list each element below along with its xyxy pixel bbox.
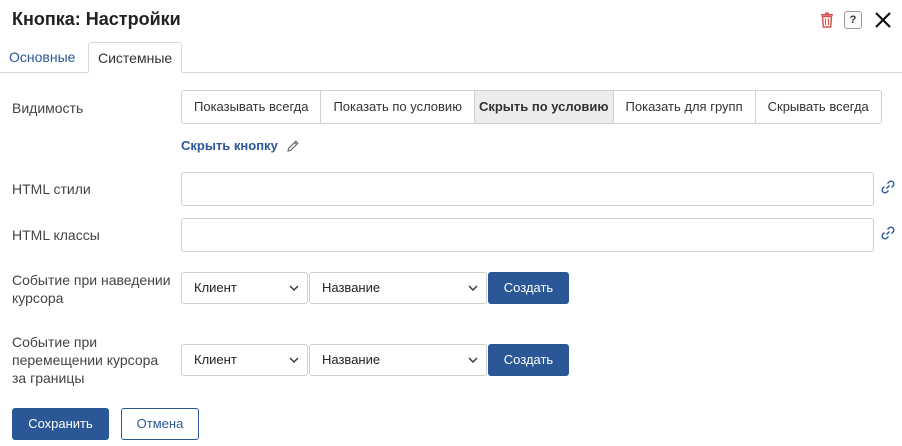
dialog-title: Кнопка: Настройки <box>12 9 181 29</box>
visibility-option-show-always[interactable]: Показывать всегда <box>182 91 322 123</box>
leave-event-name-select[interactable]: Название <box>309 344 487 376</box>
leave-event-label: Событие при перемещении курсора за грани… <box>12 334 159 386</box>
hover-event-source-select[interactable]: Клиент <box>181 272 308 304</box>
hover-event-name-value: Название <box>322 280 381 295</box>
help-button[interactable]: ? <box>844 11 862 29</box>
leave-event-source-select[interactable]: Клиент <box>181 344 308 376</box>
leave-event-name-value: Название <box>322 352 381 367</box>
close-button[interactable] <box>872 9 894 31</box>
link-icon <box>881 180 895 194</box>
tab-basic[interactable]: Основные <box>0 42 84 73</box>
leave-event-source-value: Клиент <box>194 352 237 367</box>
chevron-down-icon <box>468 357 478 363</box>
leave-event-create-button[interactable]: Создать <box>488 344 569 376</box>
hover-event-create-button[interactable]: Создать <box>488 272 569 304</box>
visibility-option-hide-by-condition[interactable]: Скрыть по условию <box>474 91 614 123</box>
hover-event-name-select[interactable]: Название <box>309 272 487 304</box>
chevron-down-icon <box>468 285 478 291</box>
help-icon: ? <box>849 14 857 26</box>
html-styles-input[interactable] <box>181 172 874 206</box>
visibility-option-hide-always[interactable]: Скрывать всегда <box>755 91 881 123</box>
cancel-button[interactable]: Отмена <box>121 408 199 440</box>
delete-button[interactable] <box>818 11 836 29</box>
save-button[interactable]: Сохранить <box>12 408 109 440</box>
html-classes-label: HTML классы <box>12 227 100 243</box>
chevron-down-icon <box>289 285 299 291</box>
html-styles-link-button[interactable] <box>880 179 898 197</box>
html-classes-link-button[interactable] <box>880 225 898 243</box>
pencil-icon <box>287 139 299 152</box>
visibility-label: Видимость <box>12 100 84 116</box>
visibility-segmented-control: Показывать всегда Показать по условию Ск… <box>181 90 882 124</box>
link-icon <box>881 226 895 240</box>
hover-event-source-value: Клиент <box>194 280 237 295</box>
tab-system[interactable]: Системные <box>88 42 183 73</box>
visibility-option-show-by-condition[interactable]: Показать по условию <box>321 91 475 123</box>
hover-event-label: Событие при наведении курсора <box>12 272 171 306</box>
html-classes-input[interactable] <box>181 218 874 252</box>
chevron-down-icon <box>289 357 299 363</box>
trash-icon <box>821 12 833 28</box>
hide-button-condition-link[interactable]: Скрыть кнопку <box>181 138 300 153</box>
visibility-option-show-for-groups[interactable]: Показать для групп <box>613 91 756 123</box>
close-icon <box>875 12 891 28</box>
hide-button-link-label: Скрыть кнопку <box>181 138 278 153</box>
html-styles-label: HTML стили <box>12 181 91 197</box>
